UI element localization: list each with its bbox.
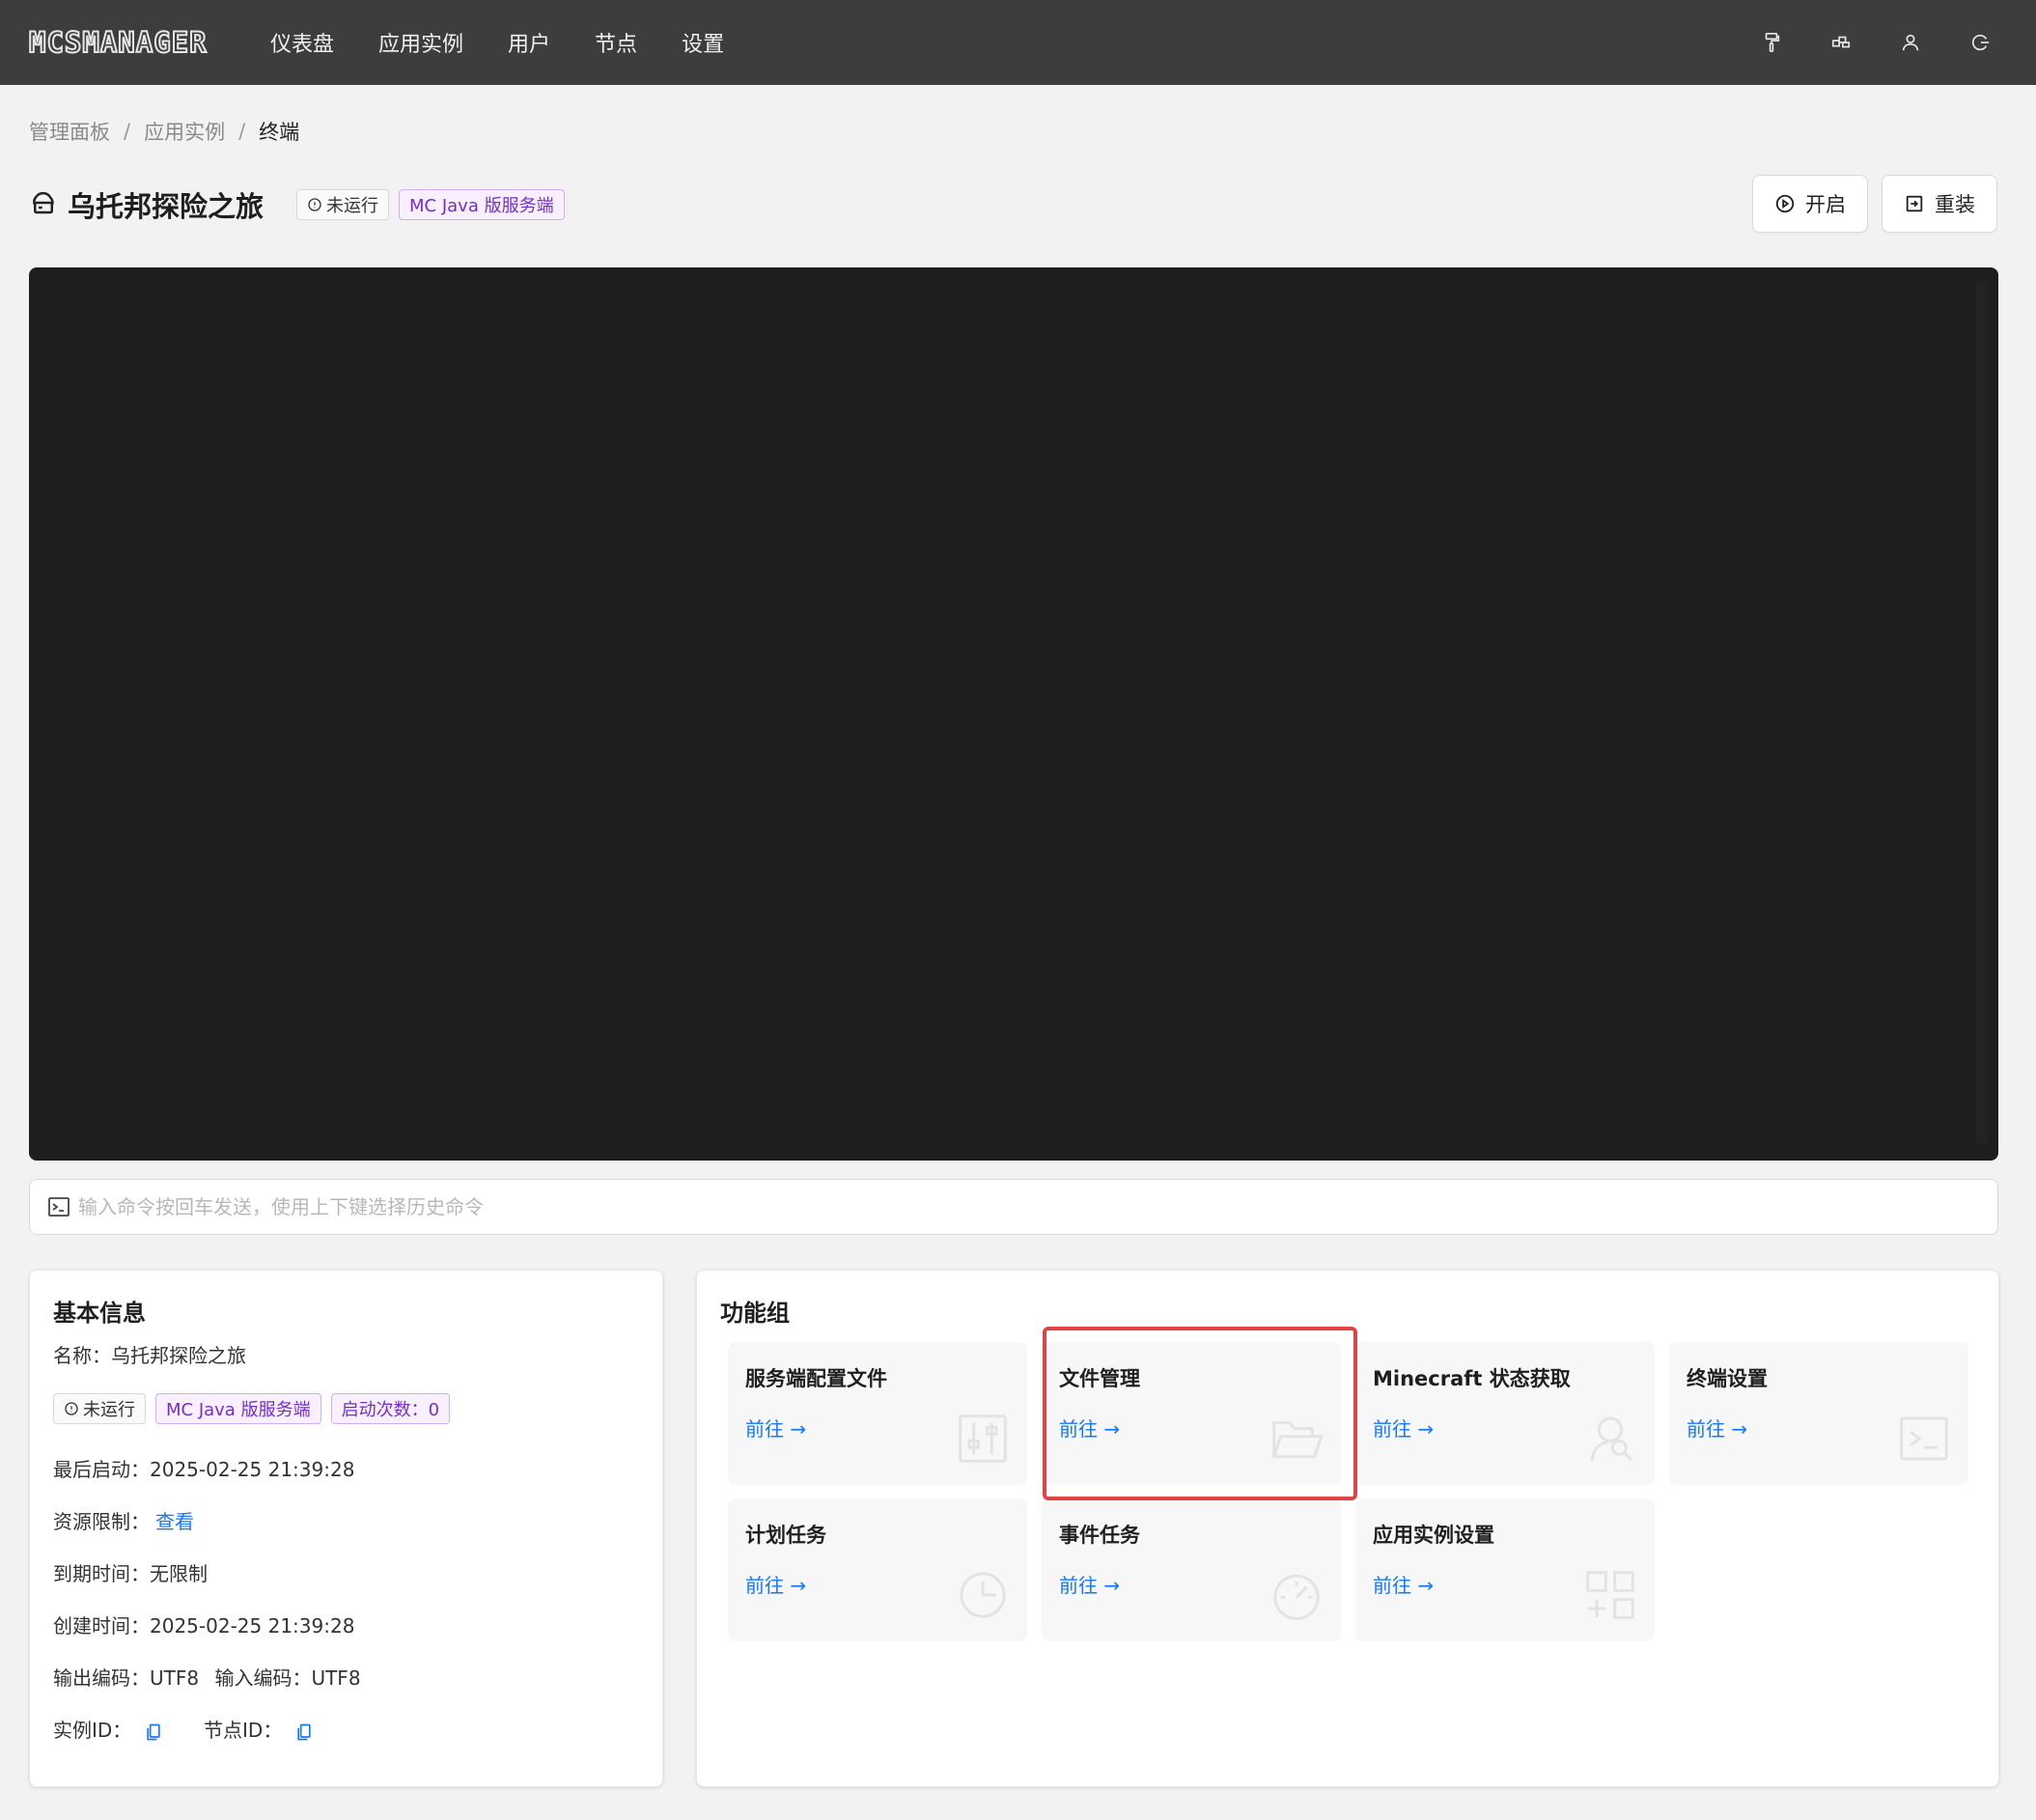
breadcrumb-separator: / xyxy=(238,120,246,143)
info-instance-id-label: 实例ID： xyxy=(53,1719,132,1742)
logout-icon[interactable] xyxy=(1963,25,1997,60)
info-limit-label: 资源限制： xyxy=(53,1510,150,1533)
status-badge: 未运行 xyxy=(296,189,390,220)
func-scheduled-tasks-title: 计划任务 xyxy=(745,1524,826,1547)
info-expire-row: 到期时间：无限制 xyxy=(53,1558,208,1586)
function-group-card: 功能组 服务端配置文件 前往 → 文件管理 前往 → Minecraft 状态获… xyxy=(696,1270,1999,1787)
info-ids-row: 实例ID： 节点ID： xyxy=(53,1715,314,1743)
info-tags: 未运行 MC Java 版服务端 启动次数：0 xyxy=(53,1393,460,1424)
info-node-id-label: 节点ID： xyxy=(204,1719,283,1742)
breadcrumb: 管理面板 / 应用实例 / 终端 xyxy=(29,117,299,146)
info-last-start-value: 2025-02-25 21:39:28 xyxy=(150,1458,355,1481)
nav-right-tools xyxy=(1719,0,1997,85)
reinstall-button[interactable]: 重装 xyxy=(1882,175,1997,233)
info-status-label: 未运行 xyxy=(83,1400,135,1420)
start-button-label: 开启 xyxy=(1805,193,1846,216)
func-terminal-settings[interactable]: 终端设置 前往 → xyxy=(1669,1342,1968,1485)
info-status-badge: 未运行 xyxy=(53,1393,146,1424)
apps-icon xyxy=(1583,1568,1637,1622)
func-scheduled-tasks[interactable]: 计划任务 前往 → xyxy=(728,1498,1027,1641)
copy-node-id-icon[interactable] xyxy=(294,1719,314,1742)
terminal-output[interactable] xyxy=(29,267,1998,1161)
layout-icon[interactable] xyxy=(1824,25,1858,60)
command-bar xyxy=(29,1179,1998,1235)
info-last-start-label: 最后启动： xyxy=(53,1458,150,1481)
func-minecraft-status-title: Minecraft 状态获取 xyxy=(1373,1367,1571,1390)
info-name-value: 乌托邦探险之旅 xyxy=(111,1344,246,1367)
view-limits-link[interactable]: 查看 xyxy=(155,1510,194,1533)
user-icon[interactable] xyxy=(1893,25,1928,60)
func-minecraft-status[interactable]: Minecraft 状态获取 前往 → xyxy=(1355,1342,1655,1485)
top-nav-bar: MCSMANAGER 仪表盘 应用实例 用户 节点 设置 xyxy=(0,0,2036,85)
terminal-icon xyxy=(1897,1412,1951,1466)
nav-settings[interactable]: 设置 xyxy=(682,27,724,58)
func-terminal-settings-title: 终端设置 xyxy=(1687,1367,1768,1390)
info-created-label: 创建时间： xyxy=(53,1614,150,1638)
cloud-server-icon xyxy=(29,188,58,221)
page-title: 乌托邦探险之旅 xyxy=(68,190,265,223)
user-search-icon xyxy=(1583,1412,1637,1466)
main-nav: 仪表盘 应用实例 用户 节点 设置 xyxy=(270,0,768,85)
basic-info-card: 基本信息 名称：乌托邦探险之旅 未运行 MC Java 版服务端 启动次数：0 … xyxy=(29,1270,663,1787)
info-encoding-row: 输出编码：UTF8 输入编码：UTF8 xyxy=(53,1663,361,1691)
func-event-tasks-title: 事件任务 xyxy=(1059,1524,1140,1547)
func-file-manager[interactable]: 文件管理 前往 → xyxy=(1042,1342,1341,1485)
sliders-icon xyxy=(956,1412,1010,1466)
info-type-badge: MC Java 版服务端 xyxy=(155,1393,321,1424)
info-name-label: 名称： xyxy=(53,1344,111,1367)
func-event-tasks[interactable]: 事件任务 前往 → xyxy=(1042,1498,1341,1641)
nav-dashboard[interactable]: 仪表盘 xyxy=(270,27,334,58)
instance-header: 乌托邦探险之旅 未运行 MC Java 版服务端 xyxy=(29,185,574,224)
breadcrumb-separator: / xyxy=(124,120,131,143)
func-server-config[interactable]: 服务端配置文件 前往 → xyxy=(728,1342,1027,1485)
func-file-manager-title: 文件管理 xyxy=(1059,1367,1140,1390)
function-group-title: 功能组 xyxy=(720,1300,790,1327)
func-instance-settings[interactable]: 应用实例设置 前往 → xyxy=(1355,1498,1655,1641)
type-badge: MC Java 版服务端 xyxy=(399,189,565,220)
breadcrumb-panel[interactable]: 管理面板 xyxy=(29,117,110,146)
reinstall-icon xyxy=(1906,195,1923,212)
info-created-row: 创建时间：2025-02-25 21:39:28 xyxy=(53,1610,354,1638)
status-badge-label: 未运行 xyxy=(326,196,379,216)
app-logo[interactable]: MCSMANAGER xyxy=(28,26,208,59)
info-in-enc-value: UTF8 xyxy=(311,1666,361,1690)
instance-actions: 开启 重装 xyxy=(1739,175,1997,233)
folder-open-icon xyxy=(1269,1412,1324,1466)
nav-nodes[interactable]: 节点 xyxy=(595,27,637,58)
basic-info-title: 基本信息 xyxy=(53,1300,146,1327)
info-created-value: 2025-02-25 21:39:28 xyxy=(150,1614,355,1638)
info-circle-icon xyxy=(64,1401,79,1416)
func-instance-settings-title: 应用实例设置 xyxy=(1373,1524,1494,1547)
breadcrumb-terminal: 终端 xyxy=(259,121,300,144)
terminal-prompt-icon xyxy=(48,1197,70,1217)
nav-users[interactable]: 用户 xyxy=(508,27,550,58)
breadcrumb-instances[interactable]: 应用实例 xyxy=(144,117,225,146)
info-out-enc-value: UTF8 xyxy=(150,1666,200,1690)
copy-instance-id-icon[interactable] xyxy=(144,1719,163,1742)
info-out-enc-label: 输出编码： xyxy=(53,1666,150,1690)
start-button[interactable]: 开启 xyxy=(1752,175,1868,233)
info-circle-icon xyxy=(307,197,322,212)
info-name-row: 名称：乌托邦探险之旅 xyxy=(53,1340,246,1368)
terminal-scrollbar[interactable] xyxy=(1976,281,1988,1145)
info-limit-row: 资源限制： 查看 xyxy=(53,1506,194,1534)
theme-brush-icon[interactable] xyxy=(1754,25,1789,60)
play-circle-icon xyxy=(1775,194,1795,213)
info-starts-badge: 启动次数：0 xyxy=(330,1393,451,1424)
dashboard-icon xyxy=(1269,1568,1324,1622)
info-expire-value: 无限制 xyxy=(150,1562,208,1585)
func-server-config-title: 服务端配置文件 xyxy=(745,1367,887,1390)
command-input[interactable] xyxy=(78,1195,1912,1218)
info-expire-label: 到期时间： xyxy=(53,1562,150,1585)
nav-instances[interactable]: 应用实例 xyxy=(378,27,463,58)
info-in-enc-label: 输入编码： xyxy=(214,1666,312,1690)
clock-icon xyxy=(956,1568,1010,1622)
info-last-start-row: 最后启动：2025-02-25 21:39:28 xyxy=(53,1454,354,1482)
reinstall-button-label: 重装 xyxy=(1935,193,1975,216)
